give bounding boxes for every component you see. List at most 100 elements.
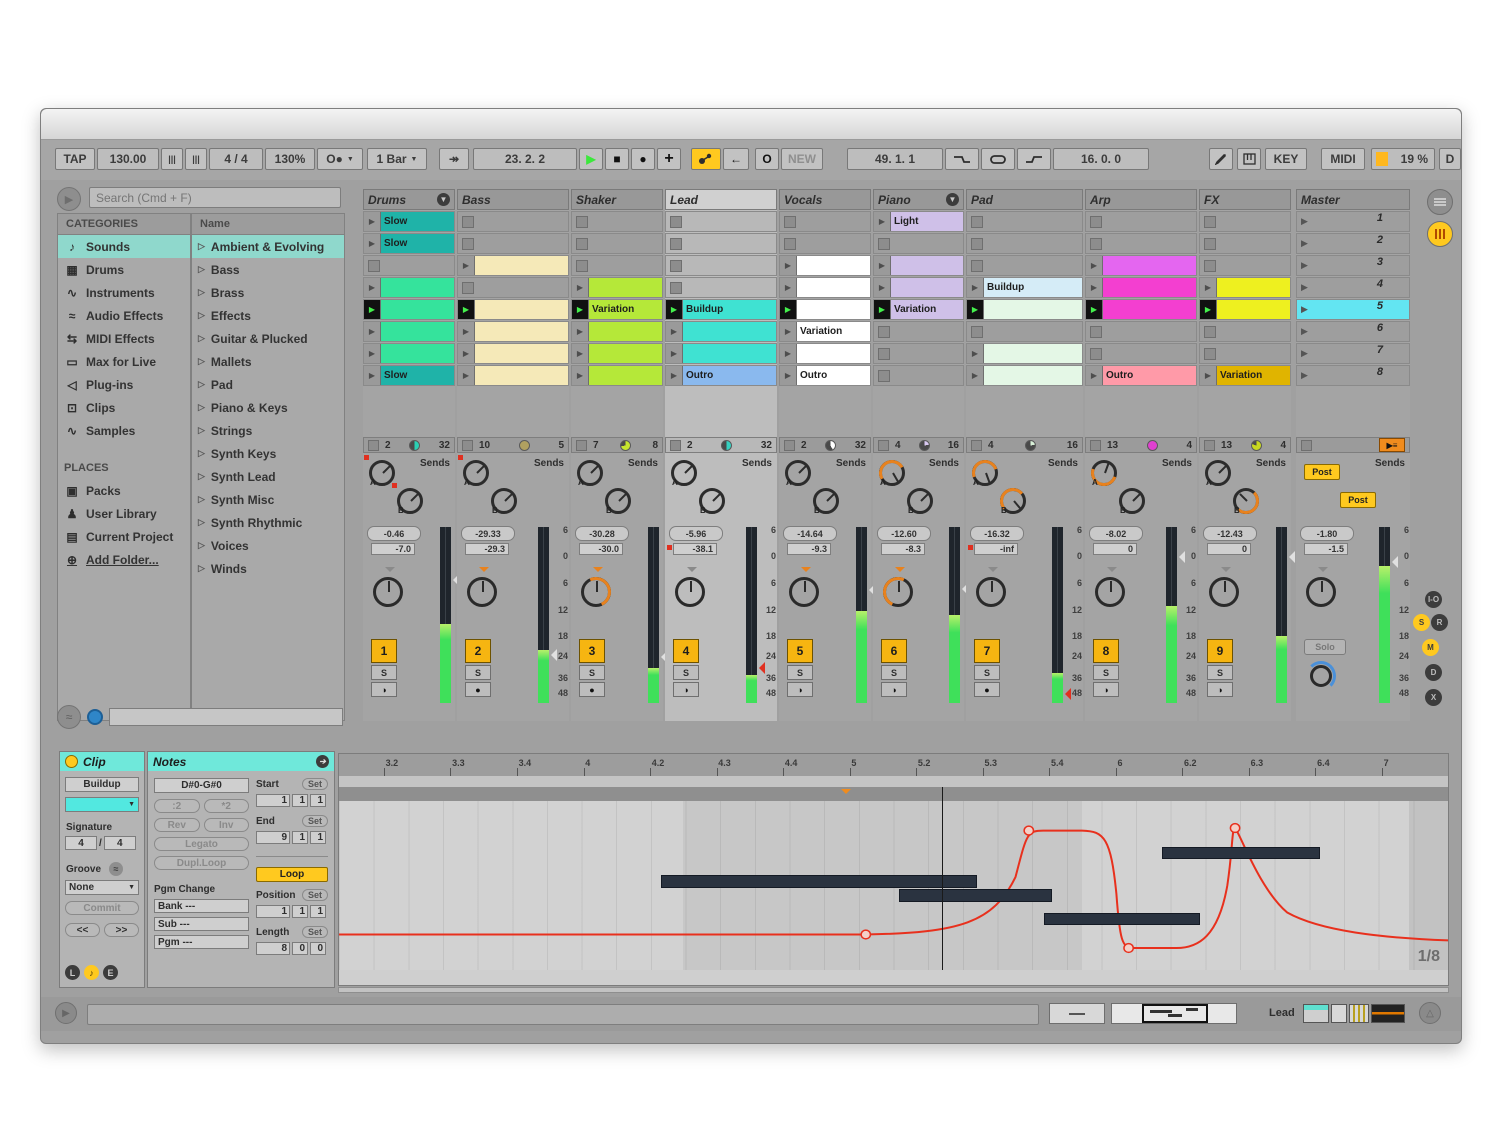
midi-overdub-button[interactable]: +: [657, 148, 681, 170]
clip-play-button[interactable]: ▶: [780, 366, 797, 385]
scene-slot-5[interactable]: ▶5: [1296, 299, 1410, 320]
clip-play-button[interactable]: ▶: [364, 322, 381, 341]
clip-overview-collapsed[interactable]: [1049, 1003, 1105, 1024]
clip-slot[interactable]: [363, 255, 455, 276]
show-detail-view-left-button[interactable]: ▶: [55, 1002, 77, 1024]
scene-launch-icon[interactable]: ▶: [1301, 216, 1308, 231]
notes-box-tab[interactable]: ♪: [84, 965, 99, 980]
loop-button[interactable]: [981, 148, 1015, 170]
send-b-knob[interactable]: B: [1119, 488, 1145, 514]
peak-level-field[interactable]: -30.28: [575, 526, 629, 541]
mixer-section-toggle-io[interactable]: I-O: [1425, 591, 1442, 608]
clip-stop-button[interactable]: [576, 260, 588, 272]
clip-play-button[interactable]: ▶: [1086, 366, 1103, 385]
clip-play-button[interactable]: ▶: [780, 256, 797, 275]
send-a-knob[interactable]: A: [785, 460, 811, 486]
pan-control[interactable]: [373, 569, 407, 609]
midi-map-button[interactable]: MIDI: [1321, 148, 1365, 170]
pan-control[interactable]: [581, 569, 615, 609]
back-to-arrangement-button[interactable]: ←: [723, 148, 749, 170]
pan-control[interactable]: [467, 569, 501, 609]
clip-outro[interactable]: Outro: [797, 366, 870, 385]
browser-folder-strings[interactable]: ▷Strings: [192, 419, 344, 442]
clip-color-chooser[interactable]: ▼: [65, 797, 139, 812]
tempo-percent-field[interactable]: 130%: [265, 148, 315, 170]
scene-slot-3[interactable]: ▶3: [1296, 255, 1410, 276]
clip-slot[interactable]: ▶Outro: [779, 365, 871, 386]
clip-slot[interactable]: ▶: [1085, 277, 1197, 298]
nudge-up-button[interactable]: |||: [185, 148, 207, 170]
clip-slot[interactable]: ▶: [571, 365, 663, 386]
clip-slow[interactable]: Slow: [381, 234, 454, 253]
clip-stop-button[interactable]: [878, 238, 890, 250]
end-set-button[interactable]: Set: [302, 815, 328, 827]
scene-launch-icon[interactable]: ▶: [1301, 260, 1308, 275]
track-activator[interactable]: 6: [881, 639, 907, 663]
clip-unnamed[interactable]: [984, 300, 1082, 319]
send-b-knob[interactable]: B: [605, 488, 631, 514]
sidebar-item-sounds[interactable]: ♪Sounds: [58, 235, 190, 258]
clip-slot[interactable]: [1199, 233, 1291, 254]
track-stop-button[interactable]: [1090, 440, 1101, 451]
track-header-arp[interactable]: Arp: [1085, 189, 1197, 210]
automation-breakpoint[interactable]: [1024, 826, 1033, 835]
play-button[interactable]: ▶: [579, 148, 603, 170]
mixer-section-toggle-x[interactable]: X: [1425, 689, 1442, 706]
pan-knob[interactable]: [883, 577, 913, 607]
clip-play-button-playing[interactable]: ▶: [572, 300, 589, 319]
track-header-fx[interactable]: FX: [1199, 189, 1291, 210]
clip-slot[interactable]: [1085, 211, 1197, 232]
clip-slot[interactable]: [665, 255, 777, 276]
time-signature-field[interactable]: 4 / 4: [209, 148, 263, 170]
clip-unnamed[interactable]: [475, 322, 568, 341]
clip-slot[interactable]: ▶Variation: [873, 299, 964, 320]
solo-button[interactable]: S: [787, 665, 813, 680]
invert-button[interactable]: Inv: [204, 818, 250, 832]
send-b-knob[interactable]: B: [699, 488, 725, 514]
clip-unnamed[interactable]: [475, 344, 568, 363]
clip-stop-button[interactable]: [784, 216, 796, 228]
clip-slot[interactable]: ▶: [873, 277, 964, 298]
clip-slot[interactable]: ▶: [779, 299, 871, 320]
clip-stop-button[interactable]: [1090, 326, 1102, 338]
clip-unnamed[interactable]: [797, 256, 870, 275]
clip-play-button-playing[interactable]: ▶: [364, 300, 381, 319]
volume-field[interactable]: -29.3: [465, 543, 509, 555]
record-button[interactable]: ●: [631, 148, 655, 170]
notes-panel-fold-icon[interactable]: ➔: [316, 755, 329, 768]
send-a-knob[interactable]: A: [463, 460, 489, 486]
mixer-section-toggle-s[interactable]: S: [1413, 614, 1430, 631]
clip-play-button-playing[interactable]: ▶: [874, 300, 891, 319]
midi-note[interactable]: [1162, 847, 1321, 860]
clip-slot[interactable]: [1085, 343, 1197, 364]
clip-slow[interactable]: Slow: [381, 366, 454, 385]
window-titlebar[interactable]: [41, 109, 1461, 140]
device-thumbnail[interactable]: [1331, 1004, 1347, 1023]
sidebar-item-max-for-live[interactable]: ▭Max for Live: [58, 350, 190, 373]
mixer-section-toggle-d[interactable]: D: [1425, 664, 1442, 681]
clip-play-button[interactable]: ▶: [967, 366, 984, 385]
midi-note[interactable]: [1044, 913, 1199, 926]
length-cell[interactable]: 8: [256, 942, 290, 955]
clip-slot[interactable]: ▶: [779, 255, 871, 276]
pan-control[interactable]: [883, 569, 917, 609]
solo-button[interactable]: S: [1207, 665, 1233, 680]
midi-note[interactable]: [661, 875, 977, 888]
track-header-drums[interactable]: Drums▼: [363, 189, 455, 210]
clip-play-button[interactable]: ▶: [572, 278, 589, 297]
browser-folder-voices[interactable]: ▷Voices: [192, 534, 344, 557]
automation-breakpoint[interactable]: [1230, 824, 1239, 833]
sidebar-item-midi-effects[interactable]: ⇆MIDI Effects: [58, 327, 190, 350]
clip-slot[interactable]: ▶: [779, 277, 871, 298]
double-time-button[interactable]: *2: [204, 799, 250, 813]
clip-slot[interactable]: ▶: [457, 365, 569, 386]
clip-stop-button[interactable]: [1204, 260, 1216, 272]
clip-play-button[interactable]: ▶: [572, 322, 589, 341]
pan-control[interactable]: [1095, 569, 1129, 609]
clip-unnamed[interactable]: [984, 366, 1082, 385]
track-activator[interactable]: 1: [371, 639, 397, 663]
envelopes-box-tab[interactable]: E: [103, 965, 118, 980]
clip-variation[interactable]: Variation: [589, 300, 662, 319]
note-range-field[interactable]: D#0-G#0: [154, 778, 249, 793]
pan-knob[interactable]: [1306, 577, 1336, 607]
